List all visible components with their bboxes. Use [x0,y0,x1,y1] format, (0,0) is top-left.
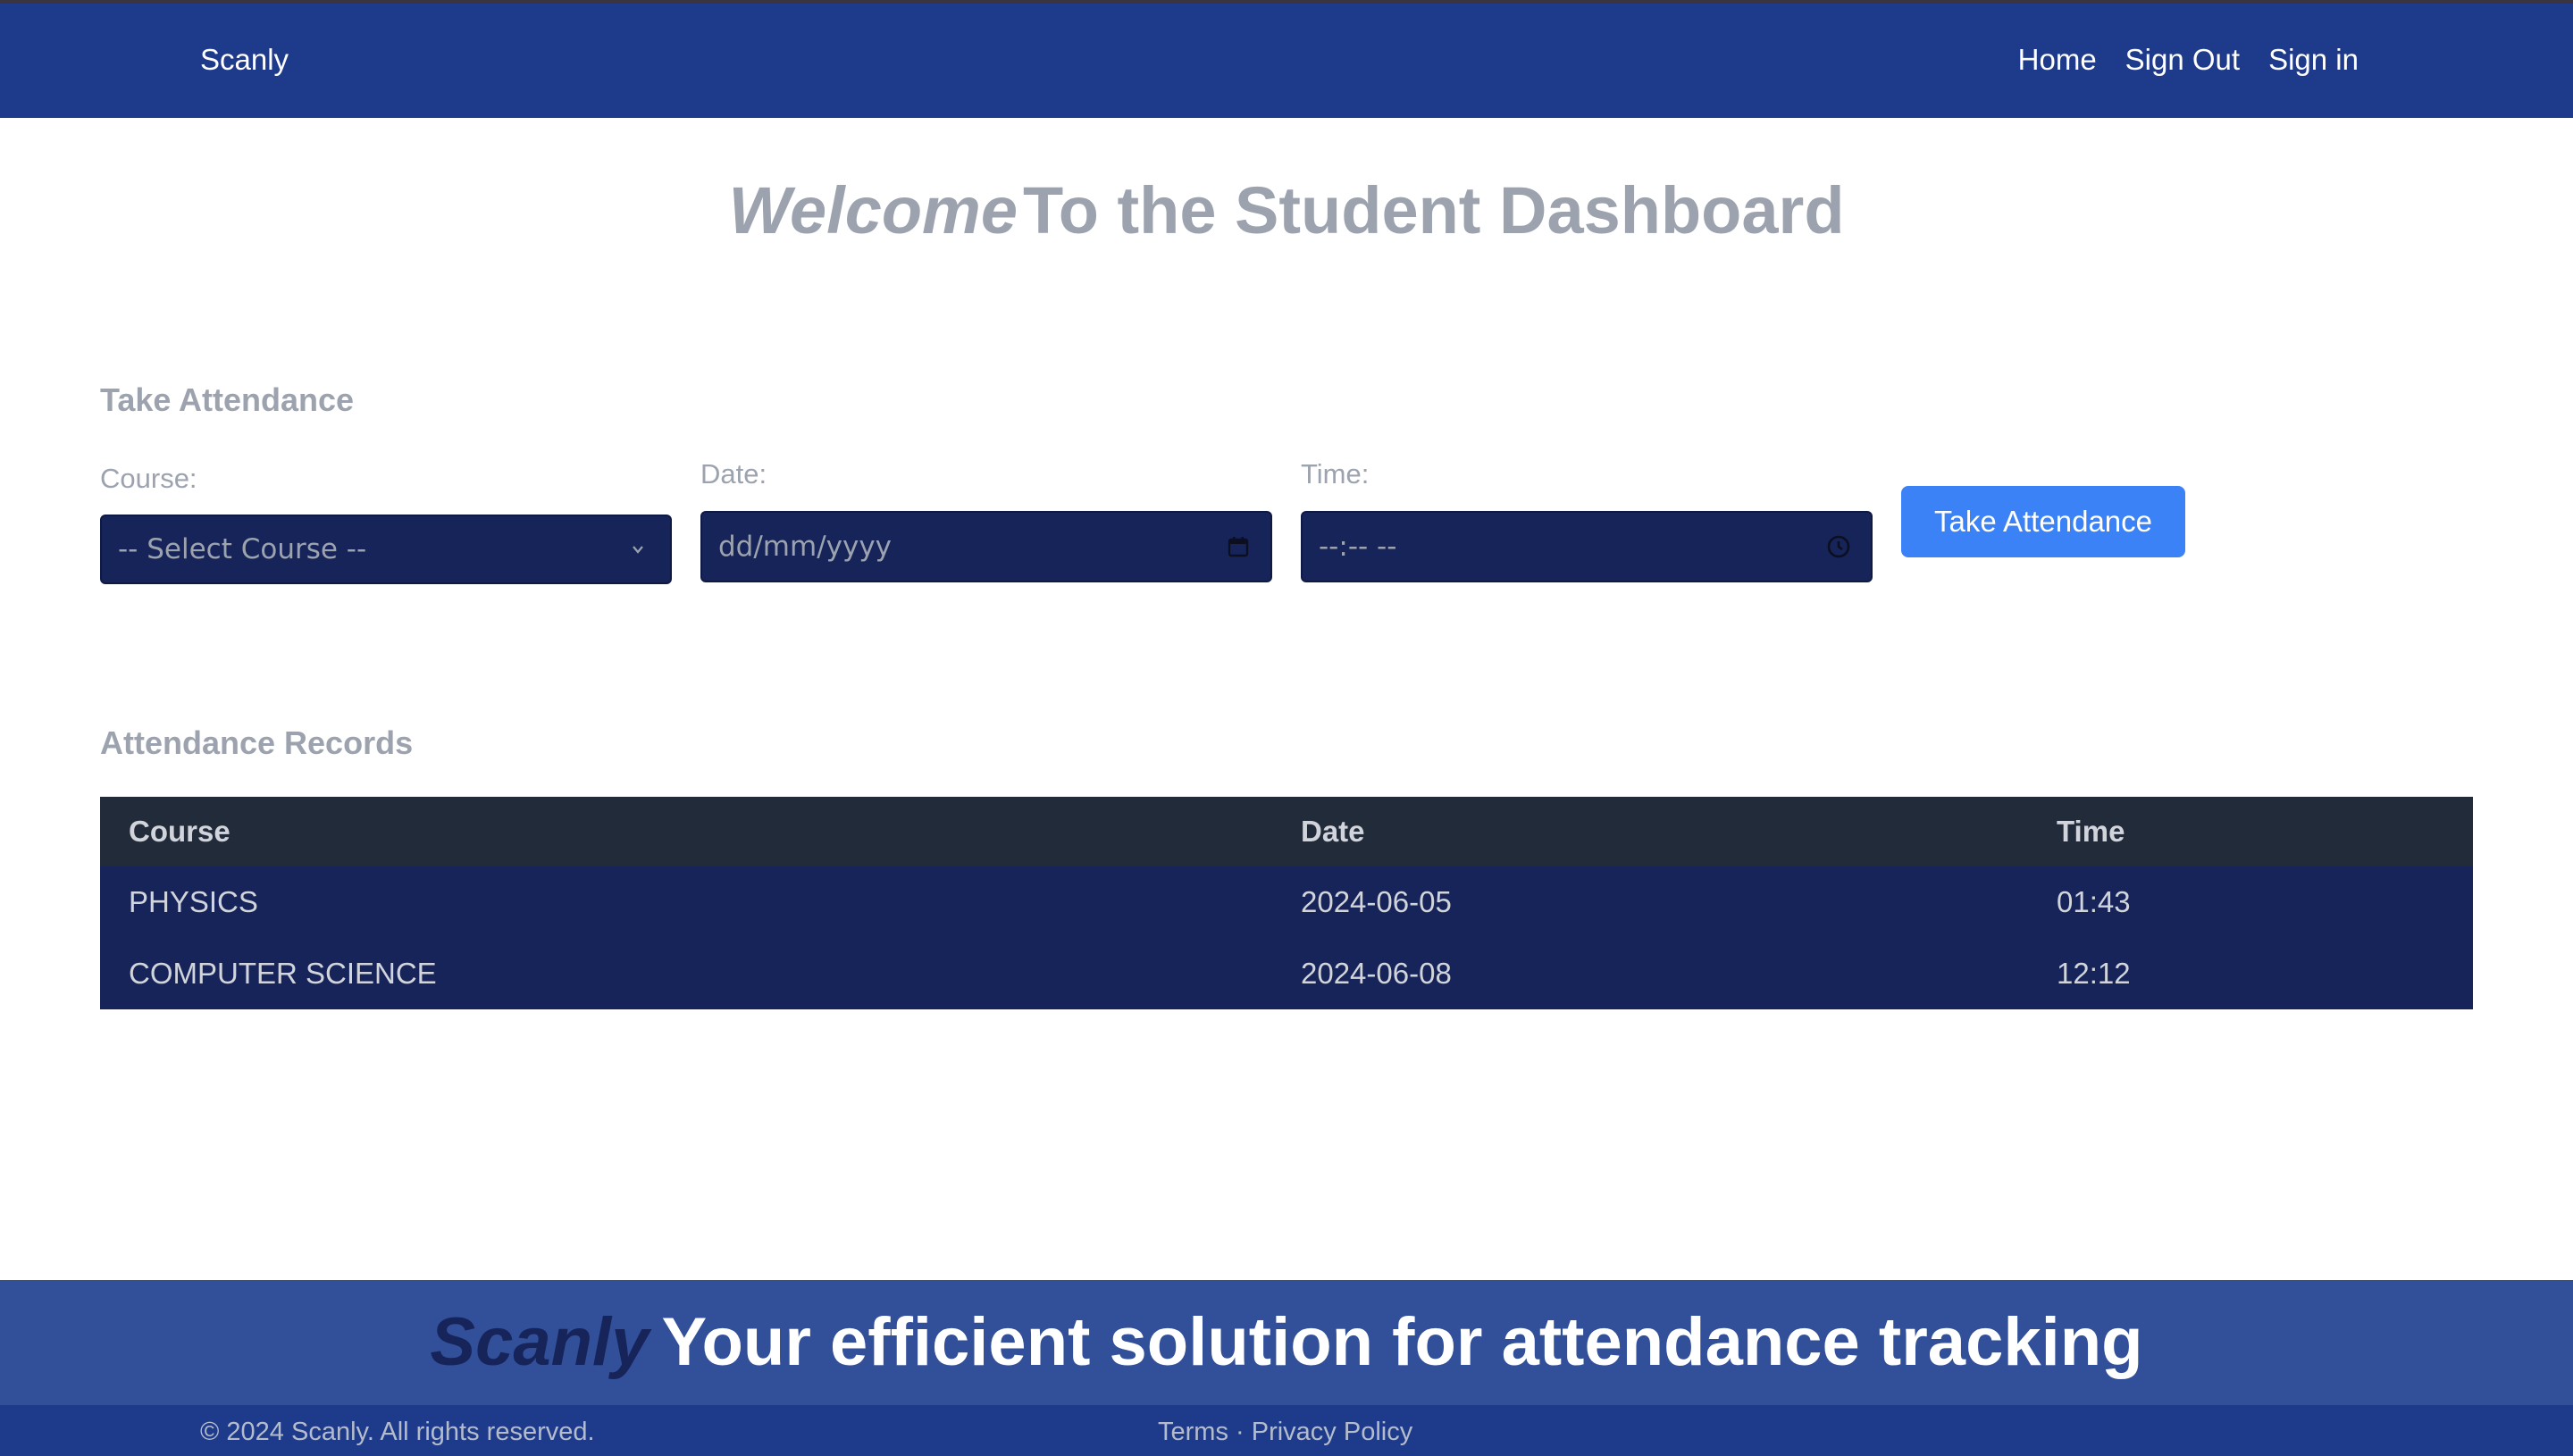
cell-course: COMPUTER SCIENCE [129,957,437,990]
cell-time: 01:43 [2057,885,2131,918]
table-header-row: Course Date Time [100,797,2473,866]
date-label: Date: [700,458,767,490]
footer-link-privacy[interactable]: Privacy Policy [1252,1418,1413,1446]
navbar: Scanly Home Sign Out Sign in [0,4,2573,118]
attendance-records-heading: Attendance Records [100,724,414,761]
time-input[interactable]: --:-- -- [1301,511,1873,582]
date-input[interactable]: dd/mm/yyyy [700,511,1272,582]
brand-logo-text[interactable]: Scanly [200,39,289,80]
date-input-placeholder: dd/mm/yyyy [718,531,893,563]
clock-icon[interactable] [1823,531,1855,563]
chevron-down-icon [622,533,654,565]
cell-date: 2024-06-05 [1301,885,1452,918]
course-select[interactable]: -- Select Course -- [100,515,672,584]
page-title-emphasis: Welcome [728,173,1018,247]
footer-links: Terms · Privacy Policy [1158,1414,1412,1450]
course-select-value: -- Select Course -- [118,533,367,565]
nav-link-sign-out[interactable]: Sign Out [2125,39,2240,80]
nav-links: Home Sign Out Sign in [2018,39,2359,80]
cell-date: 2024-06-08 [1301,957,1452,990]
table-row: PHYSICS 2024-06-05 01:43 [100,866,2473,938]
time-input-placeholder: --:-- -- [1319,531,1397,563]
column-header-course: Course [129,815,230,848]
take-attendance-button[interactable]: Take Attendance [1901,486,2185,557]
column-header-date: Date [1301,815,1365,848]
tagline-brand: Scanly [430,1304,650,1380]
page-title-rest: To the Student Dashboard [1023,173,1845,247]
cell-course: PHYSICS [129,885,258,918]
footer-link-separator: · [1228,1418,1252,1446]
take-attendance-heading: Take Attendance [100,381,355,418]
footer-link-terms[interactable]: Terms [1158,1418,1228,1446]
attendance-records-table: Course Date Time PHYSICS 2024-06-05 01:4… [100,797,2473,1009]
nav-link-home[interactable]: Home [2018,39,2097,80]
course-label: Course: [100,463,197,494]
tagline-text: Your efficient solution for attendance t… [661,1304,2143,1380]
table-row: COMPUTER SCIENCE 2024-06-08 12:12 [100,938,2473,1009]
cell-time: 12:12 [2057,957,2131,990]
footer: © 2024 Scanly. All rights reserved. Term… [0,1405,2573,1456]
calendar-icon[interactable] [1222,531,1254,563]
column-header-time: Time [2057,815,2125,848]
footer-copyright: © 2024 Scanly. All rights reserved. [200,1418,595,1446]
time-label: Time: [1301,458,1370,490]
nav-link-sign-in[interactable]: Sign in [2268,39,2359,80]
tagline-banner: Scanly Your efficient solution for attend… [0,1280,2573,1405]
page-title: WelcomeTo the Student Dashboard [0,166,2573,255]
